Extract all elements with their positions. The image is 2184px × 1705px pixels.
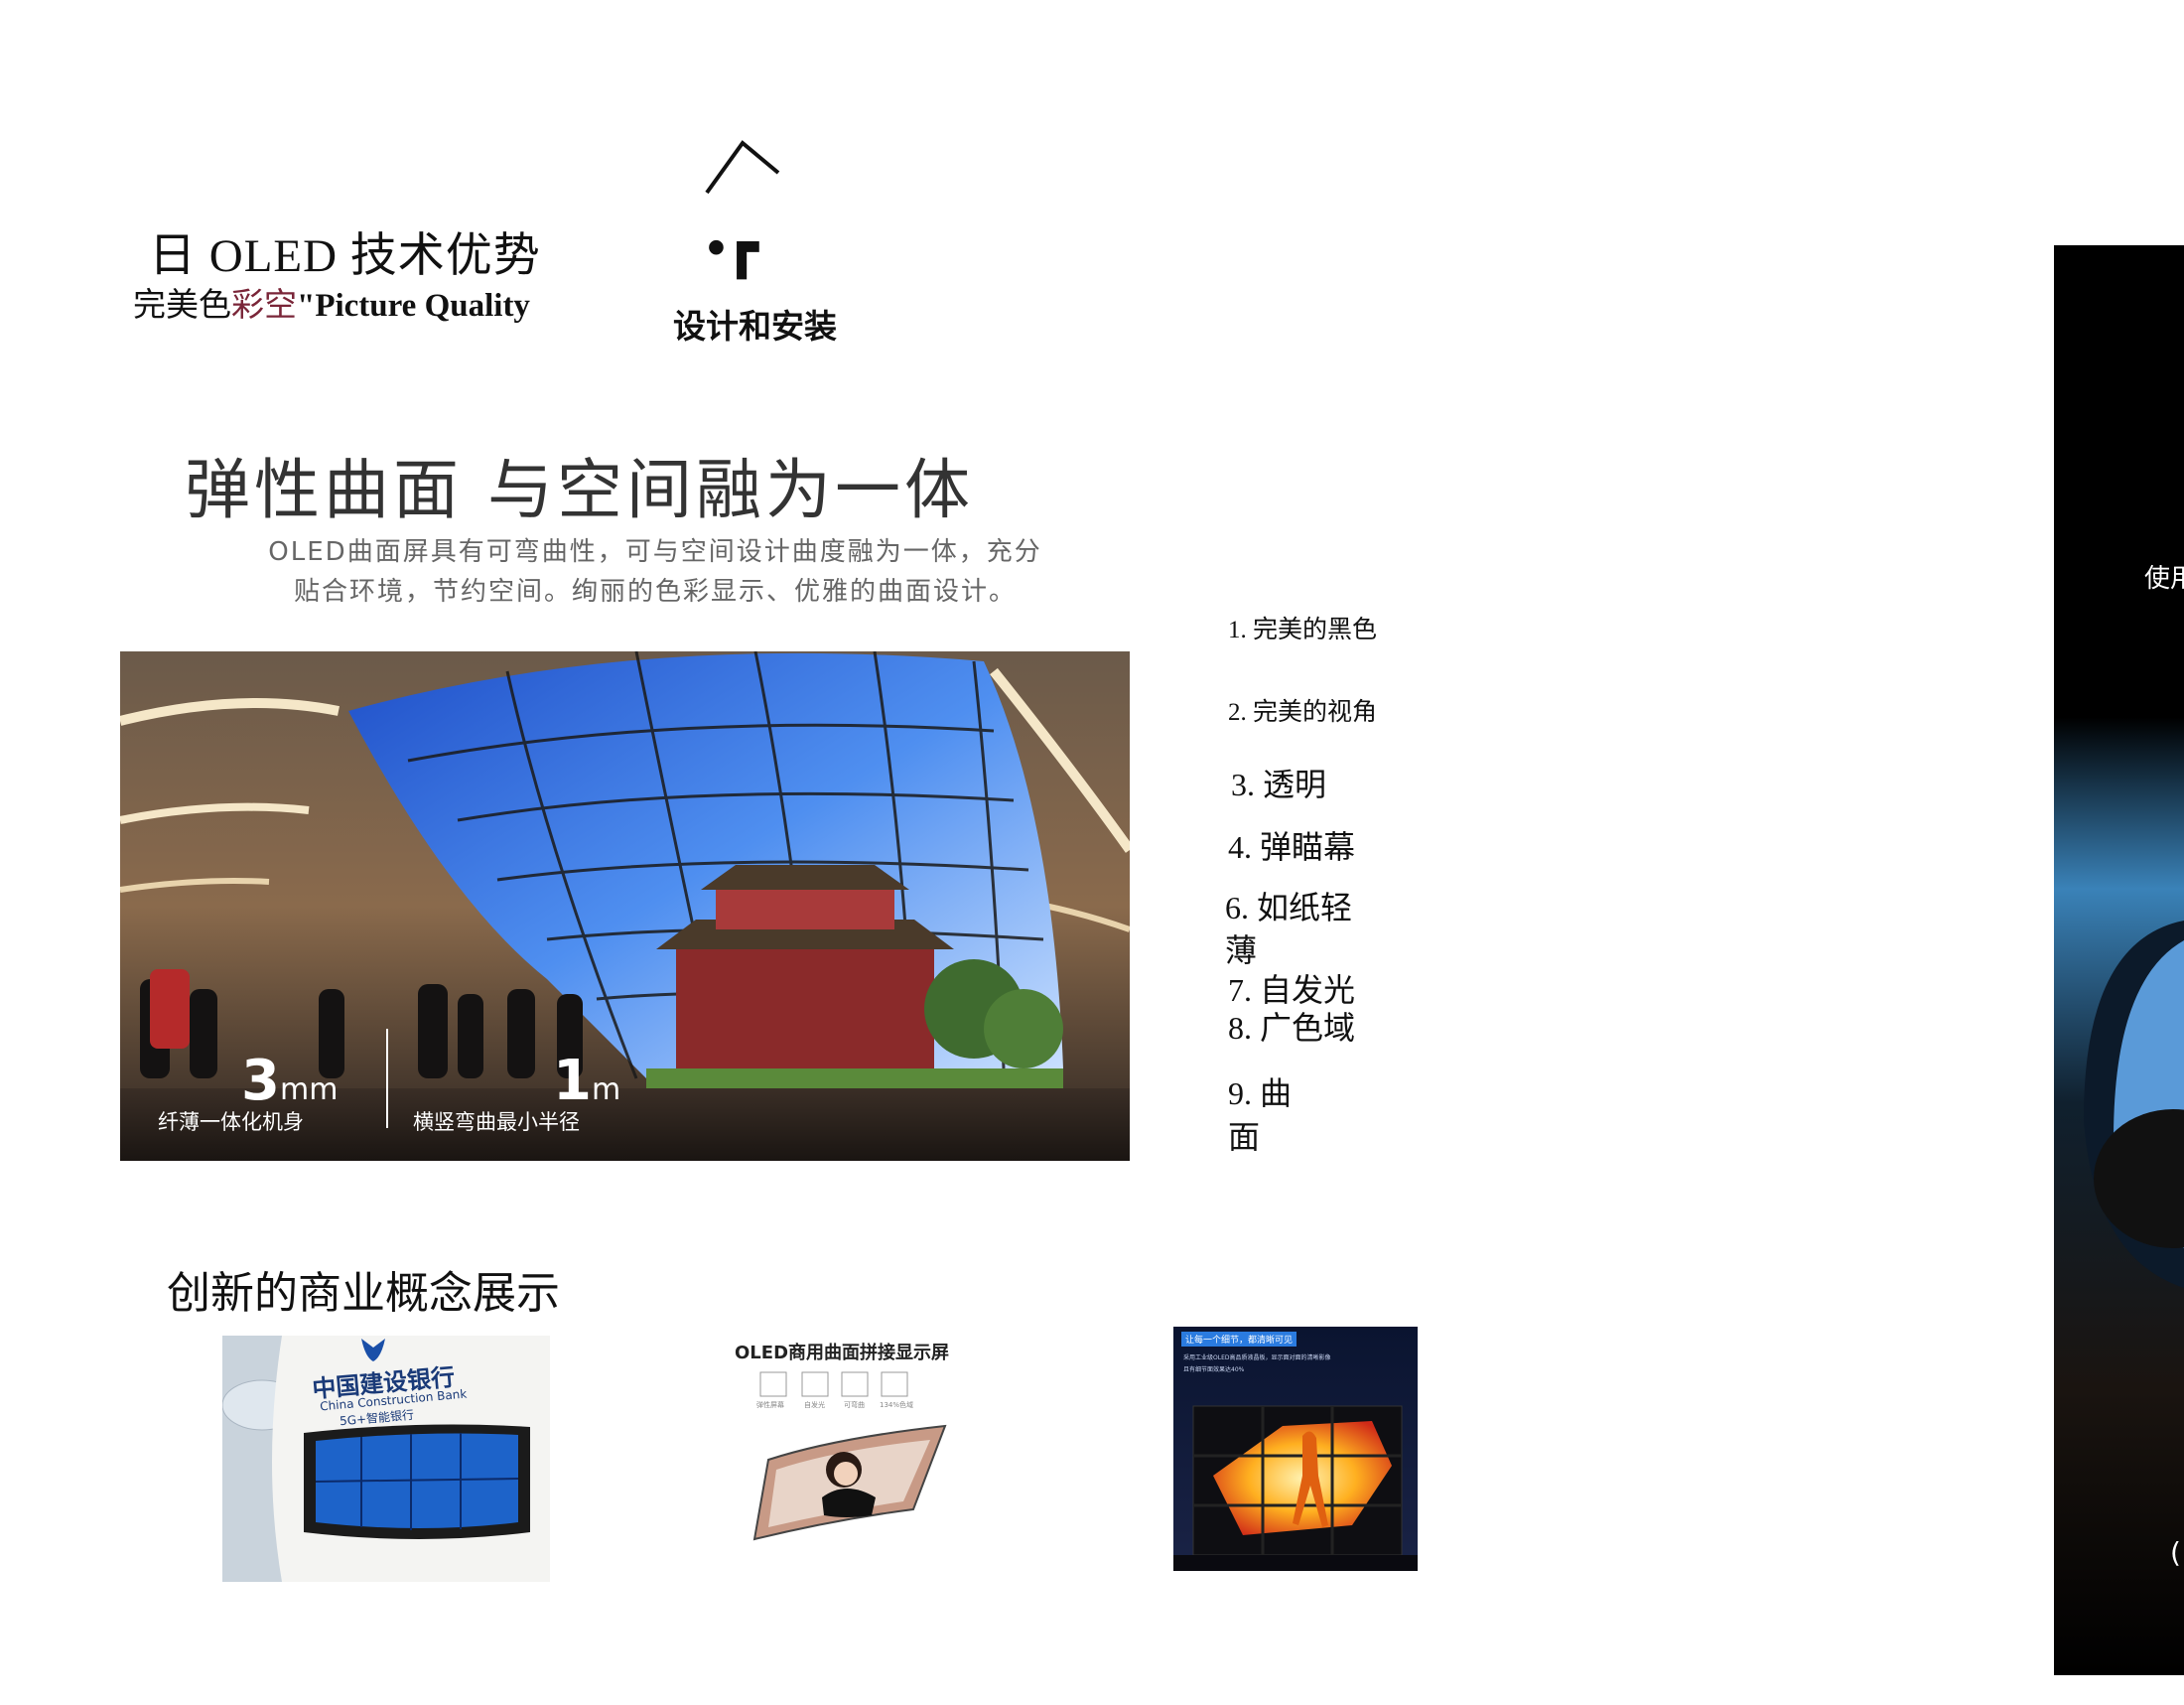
product-card-title: OLED商用曲面拼接显示屏 — [735, 1343, 950, 1363]
advantage-item-continued: 面 — [1228, 1119, 1261, 1155]
spec-radius-number: 1 — [553, 1049, 592, 1113]
subtitle-part3: "Picture Quality — [297, 288, 530, 324]
spec-radius-unit: m — [591, 1072, 621, 1107]
advantage-item: 4. 弹瞄幕 — [1228, 829, 1356, 865]
spec-thickness-unit: mm — [279, 1072, 339, 1107]
chevron-up-icon — [705, 140, 780, 195]
spec-radius-value: 1m — [553, 1049, 620, 1113]
bank-display-photo: 中国建设银行 China Construction Bank 5G+智能银行 — [222, 1336, 550, 1582]
advantage-item: 8. 广色域 — [1228, 1010, 1356, 1046]
wall-badge: 让每一个细节，都清晰可见 — [1181, 1332, 1297, 1347]
right-panel-illustration — [2054, 245, 2184, 1675]
advantage-item: 9. 曲 — [1228, 1075, 1293, 1111]
product-feature-label: 弹性屏幕 — [756, 1401, 784, 1409]
banner-headline: 弹性曲面 与空间融为一体 — [185, 452, 974, 528]
spec-thickness-number: 3 — [241, 1049, 280, 1113]
banner-description-line2: 贴合环境，节约空间。绚丽的色彩显示、优雅的曲面设计。 — [293, 577, 1017, 607]
subtitle-part2: 彩空 — [231, 288, 297, 324]
right-panel-paren: ( — [2170, 1536, 2181, 1569]
page-title: 日 OLED 技术优势 — [149, 230, 541, 282]
section-mark: •┏ — [707, 217, 758, 277]
video-wall-photo: 采用工业级OLED高品质液晶板，显示面对面的清晰影像 且有细节面效果达40% — [1173, 1327, 1418, 1571]
banner-description: OLED曲面屏具有可弯曲性，可与空间设计曲度融为一体，充分 贴合环境，节约空间。… — [129, 532, 1181, 612]
right-panel-label: 使用 — [2144, 564, 2184, 594]
advantage-item: 3. 透明 — [1231, 767, 1327, 802]
advantage-item: 6. 如纸轻 — [1225, 890, 1353, 925]
banner-description-line1: OLED曲面屏具有可弯曲性，可与空间设计曲度融为一体，充分 — [268, 537, 1042, 567]
product-feature-label: 可弯曲 — [844, 1401, 865, 1409]
spec-radius-caption: 横竖弯曲最小半径 — [413, 1110, 580, 1134]
wall-caption-line2: 且有细节面效果达40% — [1183, 1366, 1245, 1373]
hero-curved-oled-photo: 3mm 纤薄一体化机身 1m 横竖弯曲最小半径 — [120, 651, 1130, 1161]
advantage-item: 1. 完美的黑色 — [1228, 617, 1378, 643]
right-dark-panel — [2054, 245, 2184, 1675]
advantage-item: 2. 完美的视角 — [1228, 699, 1378, 726]
wall-caption-line1: 采用工业级OLED高品质液晶板，显示面对面的清晰影像 — [1183, 1354, 1331, 1361]
showcase-title: 创新的商业概念展示 — [167, 1268, 560, 1319]
product-feature-label: 134%色域 — [880, 1401, 914, 1409]
page-subtitle: 完美色彩空"Picture Quality — [133, 278, 530, 326]
video-wall-illustration — [1173, 1327, 1418, 1571]
design-install-label: 设计和安装 — [673, 307, 837, 346]
subtitle-part1: 完美色 — [133, 288, 231, 324]
product-feature-label: 自发光 — [804, 1401, 825, 1409]
spec-thickness-caption: 纤薄一体化机身 — [158, 1110, 304, 1134]
spec-thickness-value: 3mm — [241, 1049, 338, 1113]
